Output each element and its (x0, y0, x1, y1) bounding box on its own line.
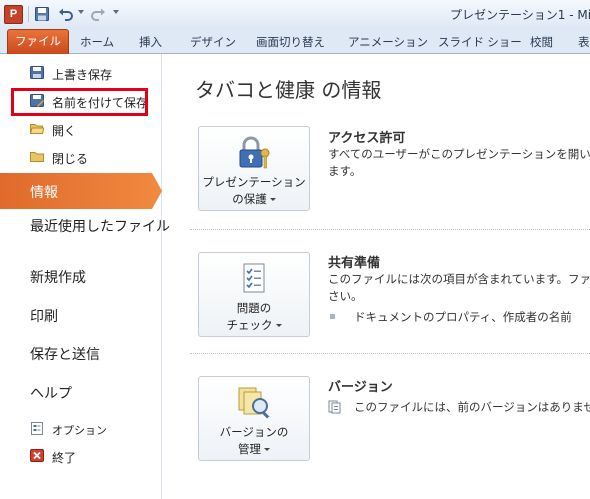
close-folder-icon (30, 152, 44, 162)
tab-animations[interactable]: アニメーション (348, 34, 428, 50)
window-title: プレゼンテーション1 - Micros (450, 8, 590, 22)
tab-transitions[interactable]: 画面切り替え (256, 34, 325, 50)
tab-file[interactable]: ファイル (7, 29, 69, 55)
tab-help[interactable]: ヘルプ (30, 385, 72, 404)
permissions-description: すべてのユーザーがこのプレゼンテーションを開いてコ ます。 (328, 147, 590, 178)
qat-separator (28, 6, 29, 22)
protect-presentation-button[interactable]: プレゼンテーション の保護 (198, 126, 310, 211)
redo-icon[interactable] (90, 6, 106, 22)
save-icon (30, 66, 44, 79)
exit-command-label: 終了 (52, 451, 77, 465)
chevron-down-icon (275, 324, 282, 327)
tab-view[interactable]: 表 (578, 34, 590, 50)
protect-button-line1: プレゼンテーション (202, 175, 306, 189)
tab-review[interactable]: 校閲 (530, 34, 553, 50)
checklist-icon (243, 263, 265, 293)
versions-magnifier-icon (238, 387, 270, 419)
versions-heading: バージョン (328, 380, 393, 395)
powerpoint-app-icon[interactable]: P (4, 5, 23, 24)
tab-recent[interactable]: 最近使用したファイル (30, 218, 170, 237)
prepare-sharing-description: このファイルには次の項目が含まれています。ファイル さい。 (328, 272, 590, 303)
section-divider (190, 229, 590, 230)
exit-icon (30, 449, 44, 462)
protect-button-line2: の保護 (199, 191, 309, 208)
list-item: ドキュメントのプロパティ、作成者の名前 (354, 310, 572, 324)
manage-versions-button[interactable]: バージョンの 管理 (198, 376, 310, 461)
options-command-label: オプション (52, 424, 107, 437)
check-button-line1: 問題の (236, 301, 272, 315)
versions-button-line1: バージョンの (219, 425, 289, 439)
info-tab-pointer (152, 173, 162, 209)
lock-keys-icon (239, 136, 270, 169)
undo-dropdown-icon[interactable] (78, 10, 84, 14)
save-command-label: 上書き保存 (52, 68, 113, 82)
tab-info-label: 情報 (30, 185, 58, 201)
tab-design[interactable]: デザイン (190, 34, 236, 50)
page-title: タバコと健康 の情報 (195, 78, 382, 102)
customize-chevron-icon[interactable] (113, 10, 119, 14)
versions-note: このファイルには、前のバージョンはありません。 (354, 400, 590, 414)
tab-info[interactable] (0, 173, 152, 209)
options-icon (31, 422, 43, 435)
tab-print[interactable]: 印刷 (30, 308, 58, 327)
permissions-heading: アクセス許可 (328, 131, 406, 146)
chevron-down-icon (264, 448, 270, 451)
close-command-label: 閉じる (52, 152, 89, 166)
open-command-label: 開く (52, 124, 77, 138)
undo-icon[interactable] (58, 6, 74, 22)
chevron-down-icon (269, 198, 276, 201)
check-button-line2: チェック (199, 317, 309, 334)
list-bullet (330, 314, 335, 319)
open-folder-icon (30, 124, 44, 134)
prepare-sharing-heading: 共有準備 (328, 256, 381, 271)
tab-slideshow[interactable]: スライド ショー (438, 34, 522, 50)
versions-button-line2: 管理 (199, 441, 309, 458)
section-divider (190, 353, 590, 354)
save-as-highlight-box (11, 88, 148, 116)
check-for-issues-button[interactable]: 問題の チェック (198, 252, 310, 337)
tab-insert[interactable]: 挿入 (139, 34, 162, 50)
save-icon[interactable] (34, 6, 50, 22)
tab-new[interactable]: 新規作成 (30, 269, 86, 288)
document-version-icon (328, 400, 341, 414)
tab-save-send[interactable]: 保存と送信 (30, 346, 100, 365)
tab-home[interactable]: ホーム (80, 34, 114, 50)
